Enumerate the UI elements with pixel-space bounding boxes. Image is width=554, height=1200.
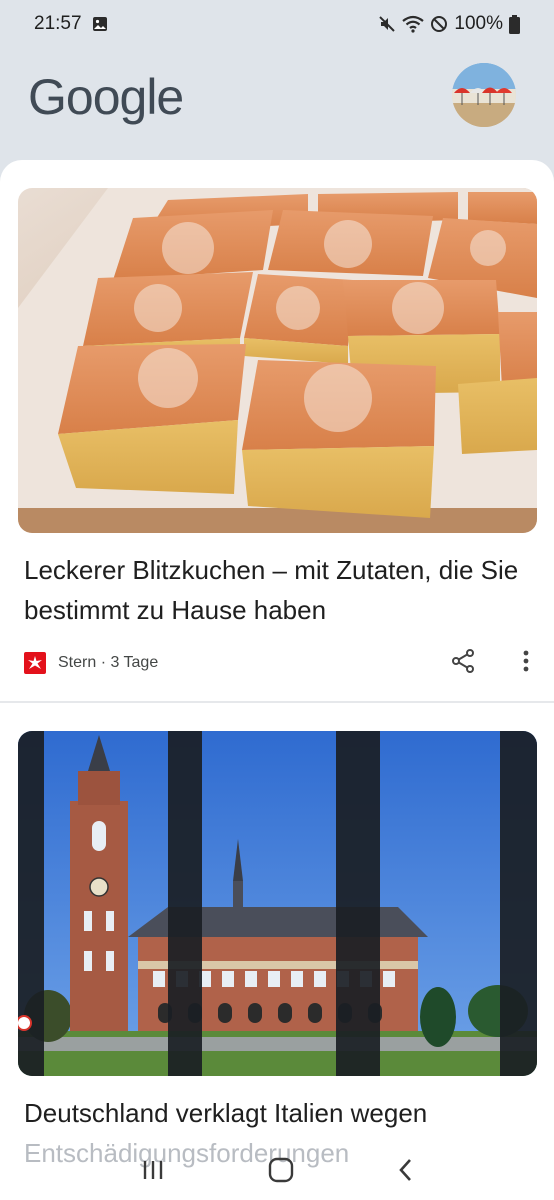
status-time: 21:57 [34, 13, 82, 34]
status-bar: 21:57 100% [0, 0, 554, 48]
image-icon [92, 16, 108, 32]
news-feed[interactable]: Leckerer Blitzkuchen – mit Zutaten, die … [0, 160, 554, 1200]
battery-icon [509, 14, 520, 34]
recent-apps-icon[interactable] [141, 1158, 165, 1182]
app-header: Google [0, 48, 554, 160]
system-navigation-bar [0, 1140, 554, 1200]
article-source-age: Stern · 3 Tage [58, 654, 159, 671]
headline-line-1: Deutschland verklagt Italien wegen [24, 1098, 428, 1128]
google-logo: Google [28, 69, 184, 125]
do-not-disturb-icon [430, 15, 448, 33]
article-headline[interactable]: Leckerer Blitzkuchen – mit Zutaten, die … [24, 550, 534, 630]
share-icon[interactable] [450, 648, 476, 679]
wifi-icon [402, 15, 425, 33]
article-image[interactable] [18, 731, 537, 1076]
article-meta: Stern · 3 Tage [24, 648, 530, 678]
avatar[interactable] [452, 63, 516, 127]
back-icon[interactable] [397, 1157, 413, 1183]
mute-icon [378, 15, 396, 33]
home-icon[interactable] [268, 1157, 294, 1183]
article-image[interactable] [18, 188, 537, 533]
battery-text: 100% [454, 13, 503, 34]
news-card[interactable]: Deutschland verklagt Italien wegen Entsc… [0, 703, 554, 1200]
news-card[interactable]: Leckerer Blitzkuchen – mit Zutaten, die … [0, 160, 554, 701]
more-options-icon[interactable] [522, 650, 530, 677]
stern-logo-icon [24, 652, 46, 674]
